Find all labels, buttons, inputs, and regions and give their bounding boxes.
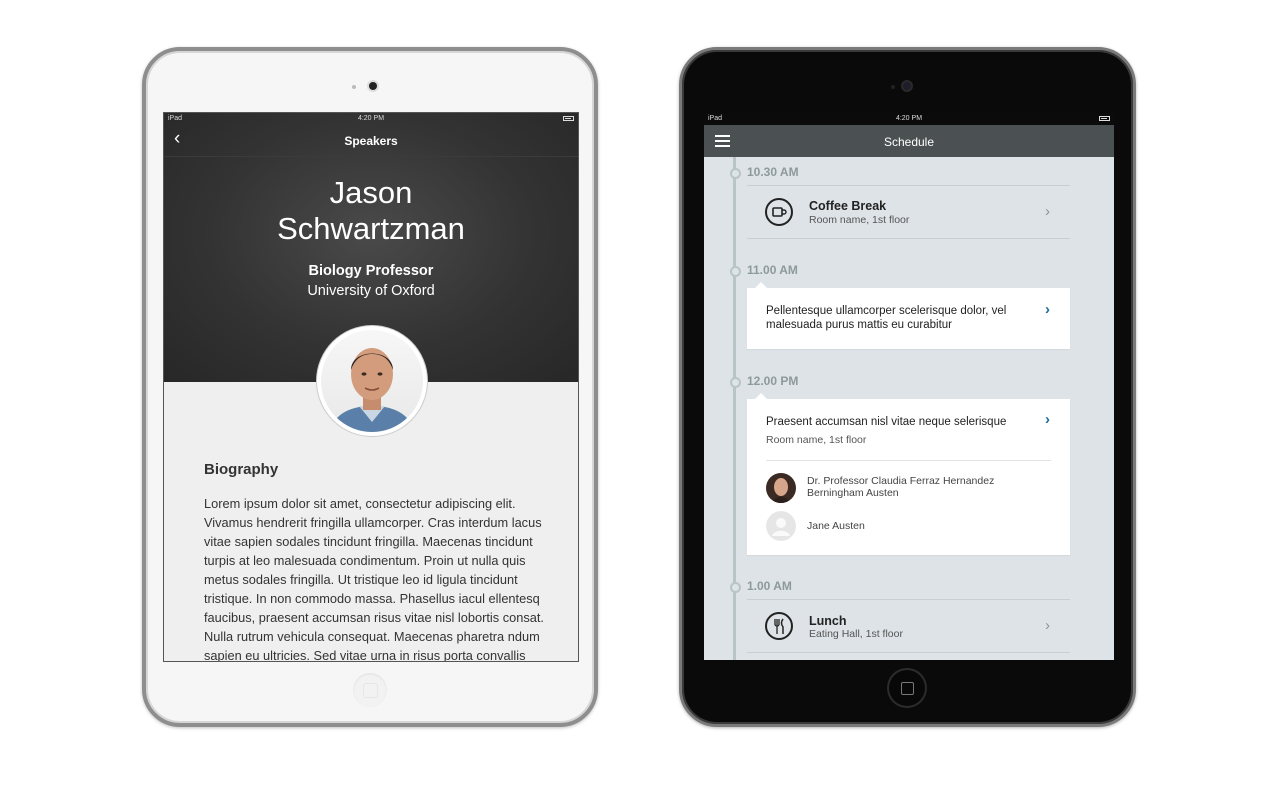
session-title: Praesent accumsan nisl vitae neque seler… bbox=[766, 416, 1007, 428]
status-time: 4:20 PM bbox=[895, 115, 923, 122]
battery-icon bbox=[563, 116, 574, 121]
battery-icon bbox=[1099, 116, 1110, 121]
avatar-placeholder-icon bbox=[766, 511, 796, 541]
speaker-last-name: Schwartzman bbox=[277, 211, 465, 246]
slot-time: 12.00 PM bbox=[747, 374, 799, 388]
chevron-right-icon: › bbox=[1045, 617, 1050, 634]
speaker-first-name: Jason bbox=[329, 175, 413, 210]
item-subtitle: Room name, 1st floor bbox=[809, 214, 910, 226]
schedule-item-lunch[interactable]: Lunch Eating Hall, 1st floor › bbox=[747, 600, 1070, 652]
speaker-role: Biology Professor bbox=[308, 263, 434, 279]
home-square-icon bbox=[901, 682, 914, 695]
slot-time: 1.00 AM bbox=[747, 579, 792, 593]
light-sensor bbox=[352, 85, 356, 89]
speaker-name: Jason Schwartzman bbox=[164, 175, 578, 247]
divider bbox=[747, 652, 1070, 653]
speaker-institution: University of Oxford bbox=[307, 283, 435, 299]
biography-text: Lorem ipsum dolor sit amet, consectetur … bbox=[204, 496, 544, 662]
home-button[interactable] bbox=[889, 670, 925, 706]
status-time: 4:20 PM bbox=[357, 115, 385, 122]
status-bar: iPad 4:20 PM bbox=[164, 113, 578, 125]
nav-title: Speakers bbox=[344, 134, 398, 148]
speaker-name-line1: Jane Austen bbox=[807, 520, 865, 532]
portrait-image bbox=[329, 348, 415, 432]
schedule-screen: iPad 4:20 PM Schedule 10.30 AM Coffee Br… bbox=[704, 113, 1114, 660]
slot-time: 10.30 AM bbox=[747, 165, 799, 179]
chevron-right-icon: › bbox=[1045, 301, 1050, 318]
item-title: Lunch bbox=[809, 614, 847, 628]
home-square-icon bbox=[363, 683, 378, 698]
session-card[interactable]: Pellentesque ullamcorper scelerisque dol… bbox=[747, 282, 1070, 349]
timeline-node bbox=[730, 168, 741, 179]
chevron-right-icon: › bbox=[1045, 411, 1050, 428]
chevron-right-icon: › bbox=[1045, 203, 1050, 220]
speaker-name-line1: Dr. Professor Claudia Ferraz Hernandez bbox=[807, 475, 995, 487]
nav-bar: ‹ Speakers bbox=[164, 125, 578, 157]
session-card[interactable]: Praesent accumsan nisl vitae neque seler… bbox=[747, 393, 1070, 555]
item-title: Coffee Break bbox=[809, 199, 887, 213]
camera-icon bbox=[369, 82, 377, 90]
home-button[interactable] bbox=[353, 673, 387, 707]
coffee-cup-icon bbox=[765, 198, 793, 226]
divider bbox=[747, 238, 1070, 239]
fork-knife-icon bbox=[765, 612, 793, 640]
schedule-item-coffee-break[interactable]: Coffee Break Room name, 1st floor › bbox=[747, 186, 1070, 238]
timeline-node bbox=[730, 377, 741, 388]
timeline-node bbox=[730, 266, 741, 277]
divider bbox=[766, 460, 1051, 461]
item-subtitle: Eating Hall, 1st floor bbox=[809, 628, 903, 640]
biography-heading: Biography bbox=[204, 461, 279, 478]
camera-icon bbox=[903, 82, 911, 90]
session-room: Room name, 1st floor bbox=[766, 434, 867, 446]
slot-time: 11.00 AM bbox=[747, 263, 798, 277]
speaker-name-line2: Berningham Austen bbox=[807, 487, 899, 499]
timeline-node bbox=[730, 582, 741, 593]
status-bar: iPad 4:20 PM bbox=[704, 113, 1114, 125]
avatar bbox=[766, 473, 796, 503]
speaker-avatar bbox=[317, 326, 427, 436]
session-title: Pellentesque ullamcorper scelerisque dol… bbox=[766, 305, 1007, 331]
speakers-screen: iPad 4:20 PM ‹ Speakers Jason Schwartzma… bbox=[163, 112, 579, 662]
nav-title: Schedule bbox=[883, 135, 935, 149]
light-sensor bbox=[891, 85, 895, 89]
nav-bar: Schedule bbox=[704, 125, 1114, 157]
